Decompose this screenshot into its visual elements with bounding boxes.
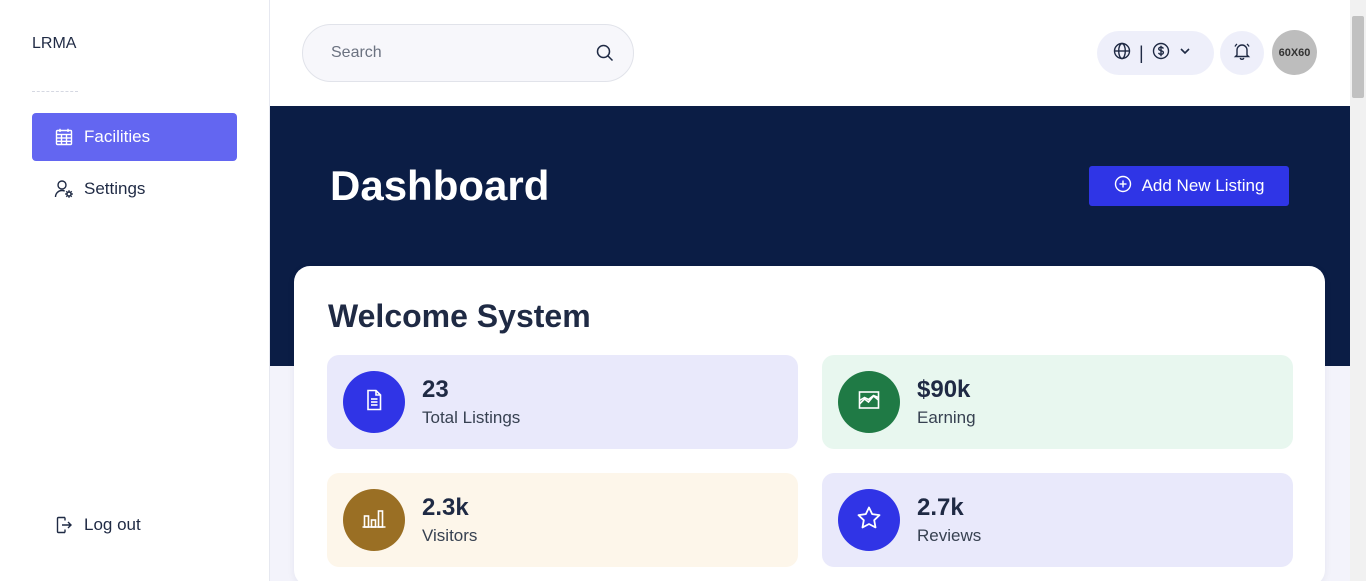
selector-separator: | — [1139, 42, 1144, 63]
logout-icon — [54, 515, 74, 535]
stat-label: Reviews — [917, 526, 982, 546]
bar-chart-icon — [361, 506, 387, 535]
dollar-icon — [1152, 42, 1170, 65]
stat-card-total-listings[interactable]: 23 Total Listings — [327, 355, 798, 449]
plus-circle-icon — [1114, 175, 1132, 198]
bell-icon — [1232, 41, 1252, 66]
scrollbar-thumb[interactable] — [1352, 16, 1364, 98]
stat-card-earning[interactable]: $90k Earning — [822, 355, 1293, 449]
user-settings-icon — [54, 179, 74, 199]
sidebar-item-facilities[interactable]: Facilities — [32, 113, 237, 161]
stat-icon-circle — [343, 371, 405, 433]
avatar[interactable]: 60X60 — [1272, 30, 1317, 75]
star-icon — [856, 505, 882, 536]
stat-value: 23 — [422, 375, 449, 403]
logout-label: Log out — [84, 515, 141, 534]
document-icon — [362, 388, 386, 417]
stat-icon-circle — [838, 489, 900, 551]
add-new-listing-button[interactable]: Add New Listing — [1089, 166, 1289, 206]
sidebar: LRMA Facilities Settings Log out — [0, 0, 270, 581]
chart-area-icon — [857, 388, 881, 417]
brand-logo[interactable]: LRMA — [32, 35, 76, 53]
stat-card-reviews[interactable]: 2.7k Reviews — [822, 473, 1293, 567]
stat-value: 2.3k — [422, 493, 469, 521]
search-box — [302, 24, 634, 82]
topbar: | 60X60 — [270, 0, 1350, 106]
welcome-card: Welcome System 23 Total Listings $90k Ea… — [294, 266, 1325, 581]
sidebar-item-label: Facilities — [84, 127, 151, 146]
logout-button[interactable]: Log out — [32, 501, 237, 549]
language-currency-selector[interactable]: | — [1097, 31, 1214, 75]
page-title: Dashboard — [330, 162, 550, 209]
welcome-heading: Welcome System — [328, 298, 591, 334]
stat-icon-circle — [343, 489, 405, 551]
search-input[interactable] — [331, 44, 595, 62]
add-new-listing-label: Add New Listing — [1141, 176, 1265, 195]
brand-divider — [32, 91, 78, 92]
sidebar-item-settings[interactable]: Settings — [32, 165, 237, 213]
search-icon[interactable] — [595, 43, 615, 63]
stat-value: $90k — [917, 375, 971, 403]
page-scrollbar[interactable] — [1350, 0, 1366, 581]
chevron-down-icon — [1178, 44, 1192, 63]
stat-label: Visitors — [422, 526, 478, 546]
calendar-icon — [54, 127, 74, 147]
notifications-button[interactable] — [1220, 31, 1264, 75]
sidebar-item-label: Settings — [84, 179, 146, 198]
stat-card-visitors[interactable]: 2.3k Visitors — [327, 473, 798, 567]
stat-icon-circle — [838, 371, 900, 433]
stat-label: Earning — [917, 408, 976, 428]
globe-icon — [1113, 42, 1131, 65]
stat-value: 2.7k — [917, 493, 964, 521]
stat-label: Total Listings — [422, 408, 521, 428]
